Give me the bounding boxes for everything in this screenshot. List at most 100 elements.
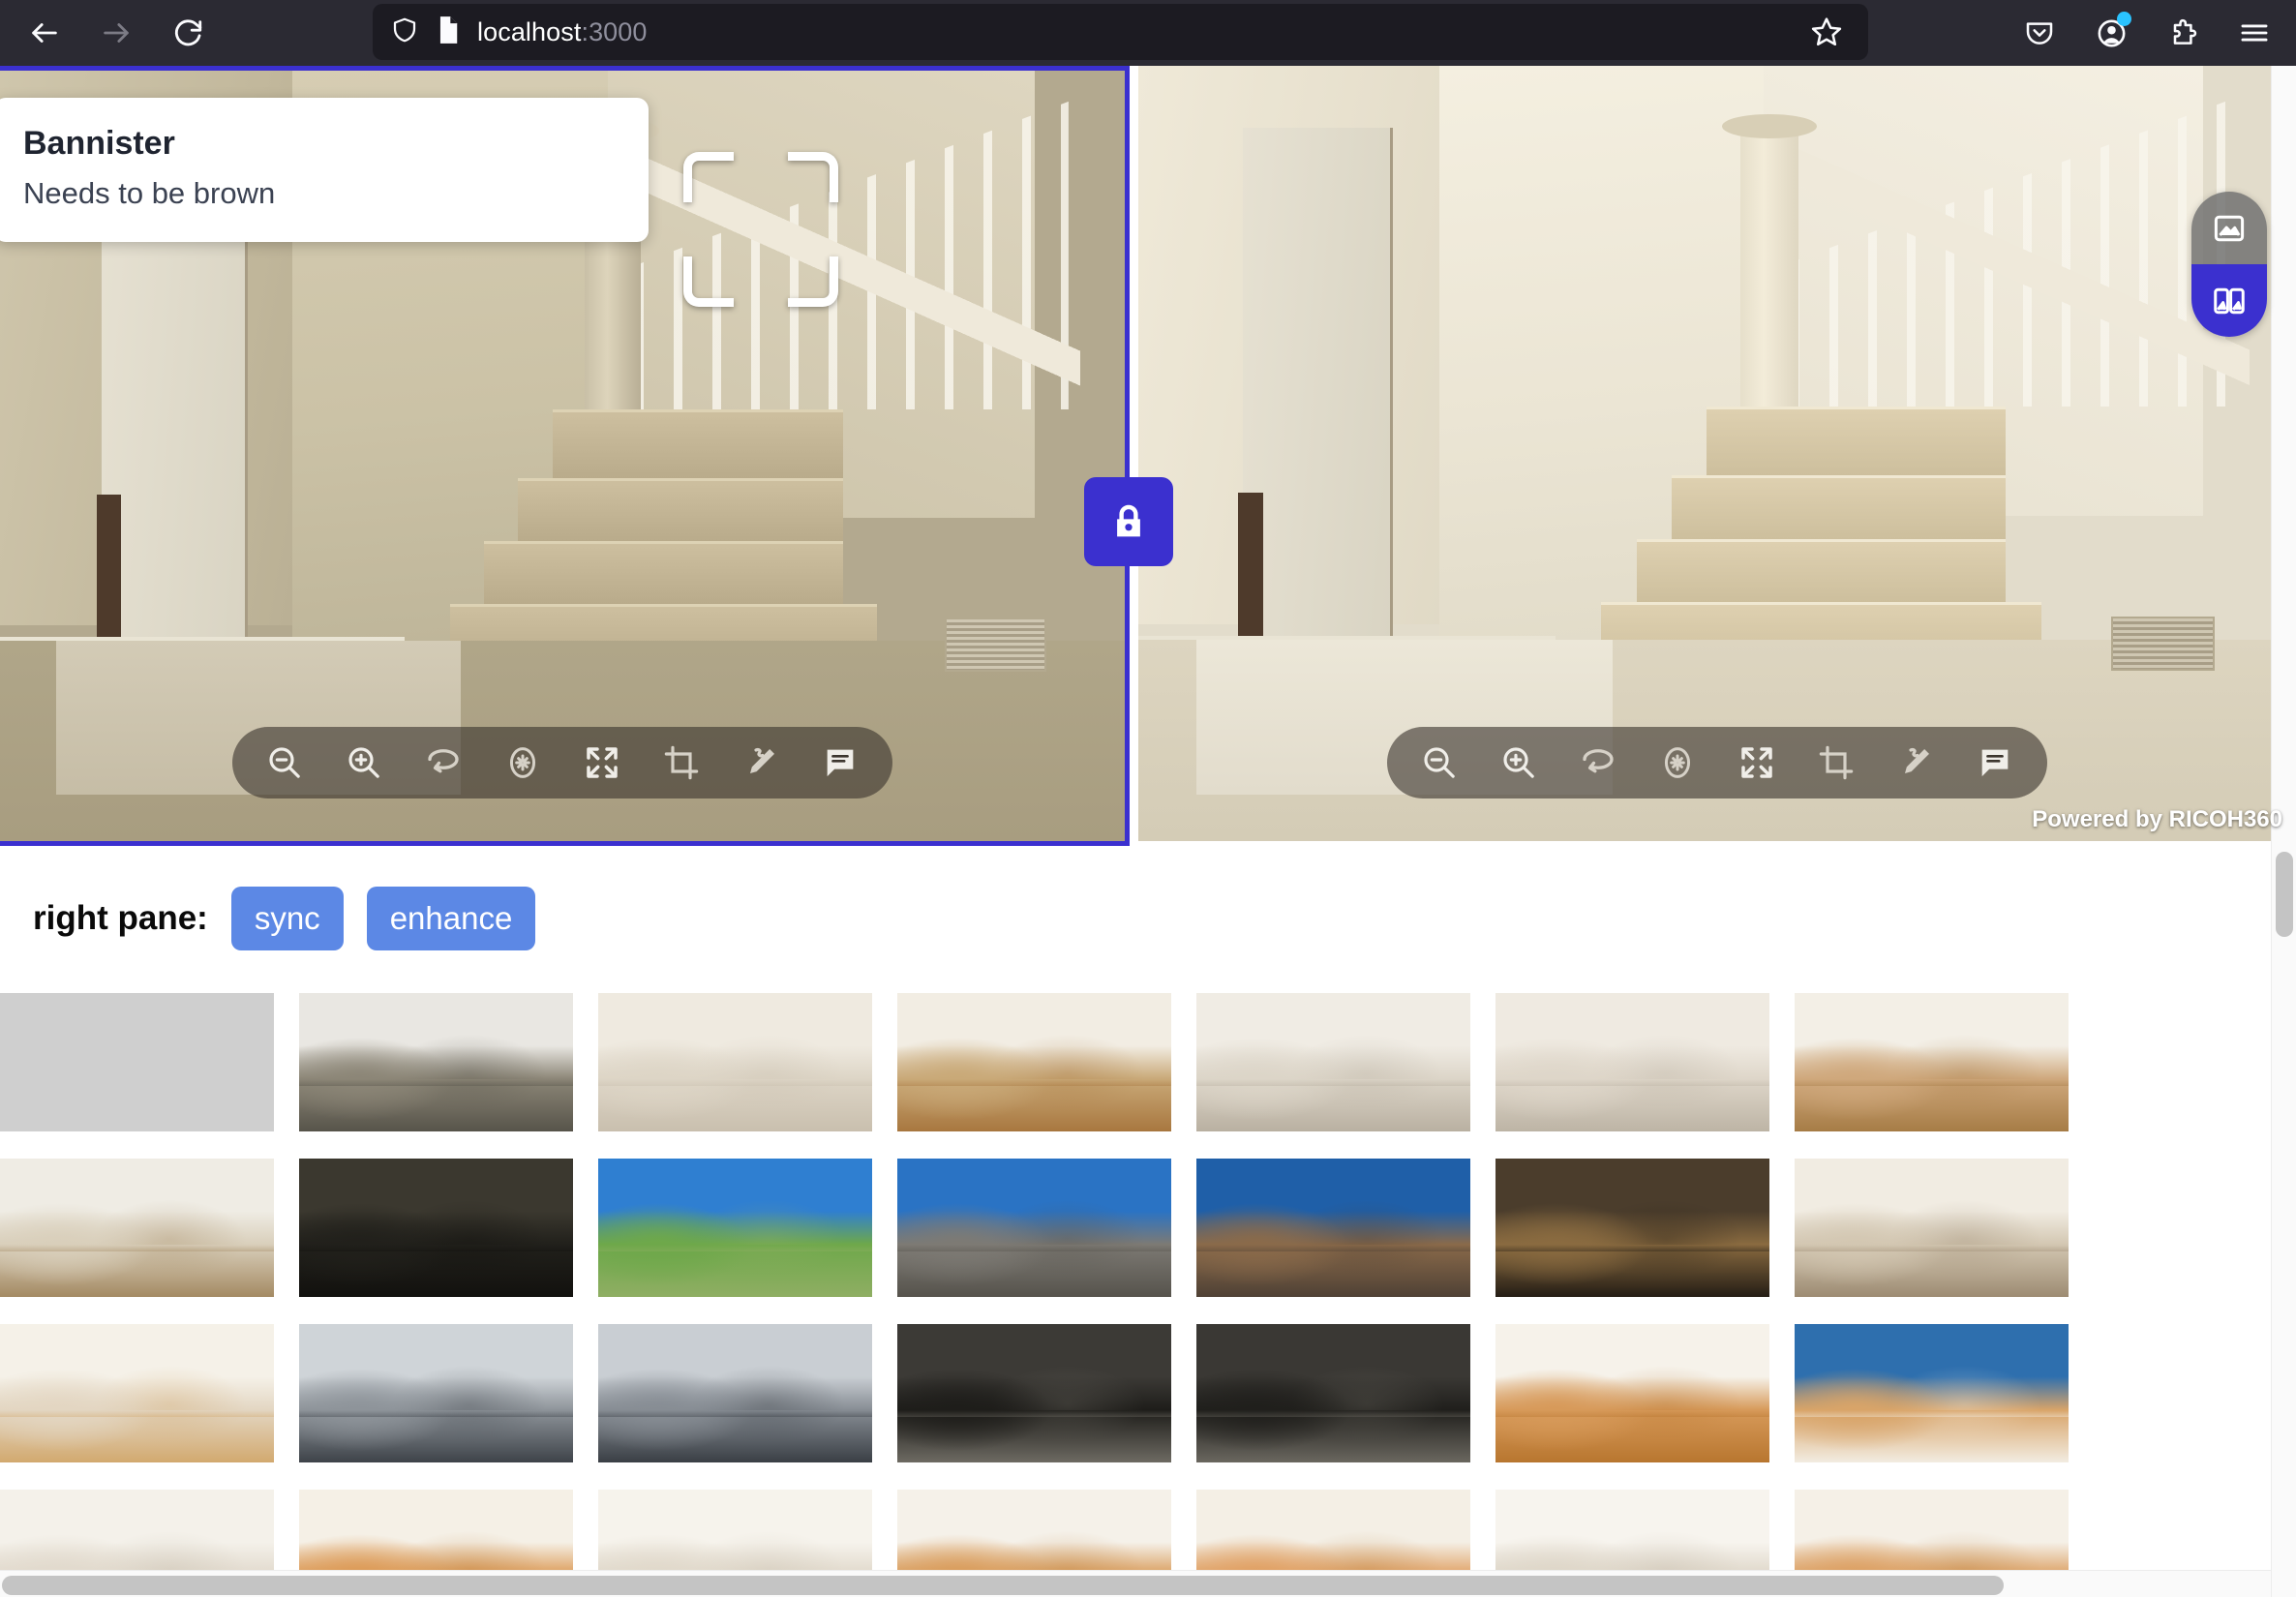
account-icon[interactable]	[2085, 7, 2137, 59]
thumbnail-t2[interactable]	[299, 993, 573, 1131]
thumbnail-horizon	[299, 1078, 573, 1086]
account-notification-dot	[2117, 12, 2131, 26]
right-panorama-pane[interactable]: Powered by RICOH360	[1138, 66, 2296, 841]
browser-toolbar: localhost:3000	[0, 0, 2296, 66]
forward-button[interactable]	[89, 6, 143, 60]
fullscreen-icon[interactable]	[1730, 736, 1784, 790]
thumbnail-t17[interactable]	[598, 1324, 872, 1462]
thumbnail-t5[interactable]	[1196, 993, 1470, 1131]
thumbnail-t18[interactable]	[897, 1324, 1171, 1462]
zoom-out-icon[interactable]	[257, 736, 312, 790]
zoom-out-icon[interactable]	[1412, 736, 1466, 790]
horizontal-scrollbar-thumb[interactable]	[2, 1576, 2004, 1595]
thumbnail-t14[interactable]	[1795, 1159, 2069, 1297]
enhance-button[interactable]: enhance	[366, 887, 536, 950]
horizontal-scrollbar[interactable]	[0, 1570, 2271, 1597]
thumbnail-horizon	[1495, 1078, 1769, 1086]
hamburger-menu-icon[interactable]	[2228, 7, 2281, 59]
thumbnail-horizon	[598, 1078, 872, 1086]
right-panorama-image[interactable]	[1138, 66, 2296, 841]
thumbnail-t26[interactable]	[1196, 1490, 1470, 1574]
thumbnail-t10[interactable]	[598, 1159, 872, 1297]
thumbnail-horizon	[299, 1409, 573, 1417]
thumbnail-horizon	[598, 1409, 872, 1417]
thumbnail-t1[interactable]	[0, 993, 274, 1131]
extensions-icon[interactable]	[2157, 7, 2209, 59]
thumbnail-t28[interactable]	[1795, 1490, 2069, 1574]
thumbnail-horizon	[1196, 1409, 1470, 1417]
thumbnail-t20[interactable]	[1495, 1324, 1769, 1462]
thumbnail-t21[interactable]	[1795, 1324, 2069, 1462]
rotate-icon[interactable]	[1571, 736, 1625, 790]
rotate-icon[interactable]	[416, 736, 470, 790]
auto-rotate-icon[interactable]	[1650, 736, 1705, 790]
back-button[interactable]	[17, 6, 72, 60]
right-pane-label: right pane:	[33, 899, 208, 937]
page-icon[interactable]	[435, 15, 462, 49]
thumbnail-t25[interactable]	[897, 1490, 1171, 1574]
zoom-in-icon[interactable]	[1492, 736, 1546, 790]
thumbnail-t7[interactable]	[1795, 993, 2069, 1131]
thumbnail-t3[interactable]	[598, 993, 872, 1131]
focus-frame-icon[interactable]	[683, 152, 838, 307]
thumbnail-t27[interactable]	[1495, 1490, 1769, 1574]
thumbnail-horizon	[0, 1409, 274, 1417]
left-pane-toolbar	[232, 727, 892, 798]
split-view-icon[interactable]	[2191, 264, 2267, 337]
thumbnail-horizon	[598, 1244, 872, 1251]
comment-icon[interactable]	[813, 736, 867, 790]
thumbnail-horizon	[897, 1409, 1171, 1417]
auto-rotate-icon[interactable]	[496, 736, 550, 790]
thumbnail-horizon	[897, 1078, 1171, 1086]
crop-icon[interactable]	[1809, 736, 1863, 790]
edit-pen-icon[interactable]	[734, 736, 788, 790]
left-panorama-pane[interactable]: Bannister Needs to be brown	[0, 66, 1130, 846]
thumbnail-horizon	[897, 1244, 1171, 1251]
thumbnail-t24[interactable]	[598, 1490, 872, 1574]
crop-icon[interactable]	[654, 736, 709, 790]
panorama-viewer-area: Bannister Needs to be brown Powered by R…	[0, 66, 2296, 848]
thumbnail-t12[interactable]	[1196, 1159, 1470, 1297]
thumbnail-horizon	[1196, 1244, 1470, 1251]
reload-button[interactable]	[161, 6, 215, 60]
thumbnail-horizon	[1795, 1078, 2069, 1086]
thumbnail-horizon	[1495, 1244, 1769, 1251]
url-text: localhost:3000	[477, 16, 648, 46]
bookmark-star-icon[interactable]	[1802, 8, 1851, 56]
thumbnail-horizon	[1795, 1409, 2069, 1417]
thumbnail-t16[interactable]	[299, 1324, 573, 1462]
thumbnail-grid[interactable]	[0, 993, 2265, 1574]
right-pane-controls: right pane: sync enhance	[0, 856, 2296, 981]
thumbnail-t19[interactable]	[1196, 1324, 1470, 1462]
shield-icon[interactable]	[390, 15, 419, 49]
thumbnail-horizon	[1495, 1409, 1769, 1417]
thumbnail-t6[interactable]	[1495, 993, 1769, 1131]
powered-by-label: Powered by RICOH360	[2032, 806, 2282, 832]
thumbnail-t13[interactable]	[1495, 1159, 1769, 1297]
address-bar[interactable]: localhost:3000	[373, 4, 1868, 60]
vertical-scrollbar-thumb[interactable]	[2276, 852, 2293, 937]
thumbnail-t8[interactable]	[0, 1159, 274, 1297]
annotation-description: Needs to be brown	[23, 175, 276, 210]
annotation-card[interactable]: Bannister Needs to be brown	[0, 98, 649, 242]
pocket-icon[interactable]	[2013, 7, 2066, 59]
view-mode-switch[interactable]	[2191, 192, 2267, 337]
sync-button[interactable]: sync	[230, 887, 344, 950]
zoom-in-icon[interactable]	[337, 736, 391, 790]
thumbnail-horizon	[1196, 1078, 1470, 1086]
single-view-icon[interactable]	[2191, 192, 2267, 264]
thumbnail-t22[interactable]	[0, 1490, 274, 1574]
thumbnail-t15[interactable]	[0, 1324, 274, 1462]
thumbnail-horizon	[0, 1079, 274, 1086]
annotation-title: Bannister	[23, 125, 175, 162]
comment-icon[interactable]	[1968, 736, 2022, 790]
thumbnail-horizon	[1795, 1244, 2069, 1251]
fullscreen-icon[interactable]	[575, 736, 629, 790]
thumbnail-t4[interactable]	[897, 993, 1171, 1131]
thumbnail-t23[interactable]	[299, 1490, 573, 1574]
sync-lock-button[interactable]	[1084, 477, 1173, 566]
thumbnail-t9[interactable]	[299, 1159, 573, 1297]
thumbnail-t11[interactable]	[897, 1159, 1171, 1297]
edit-pen-icon[interactable]	[1888, 736, 1943, 790]
thumbnail-horizon	[299, 1244, 573, 1251]
